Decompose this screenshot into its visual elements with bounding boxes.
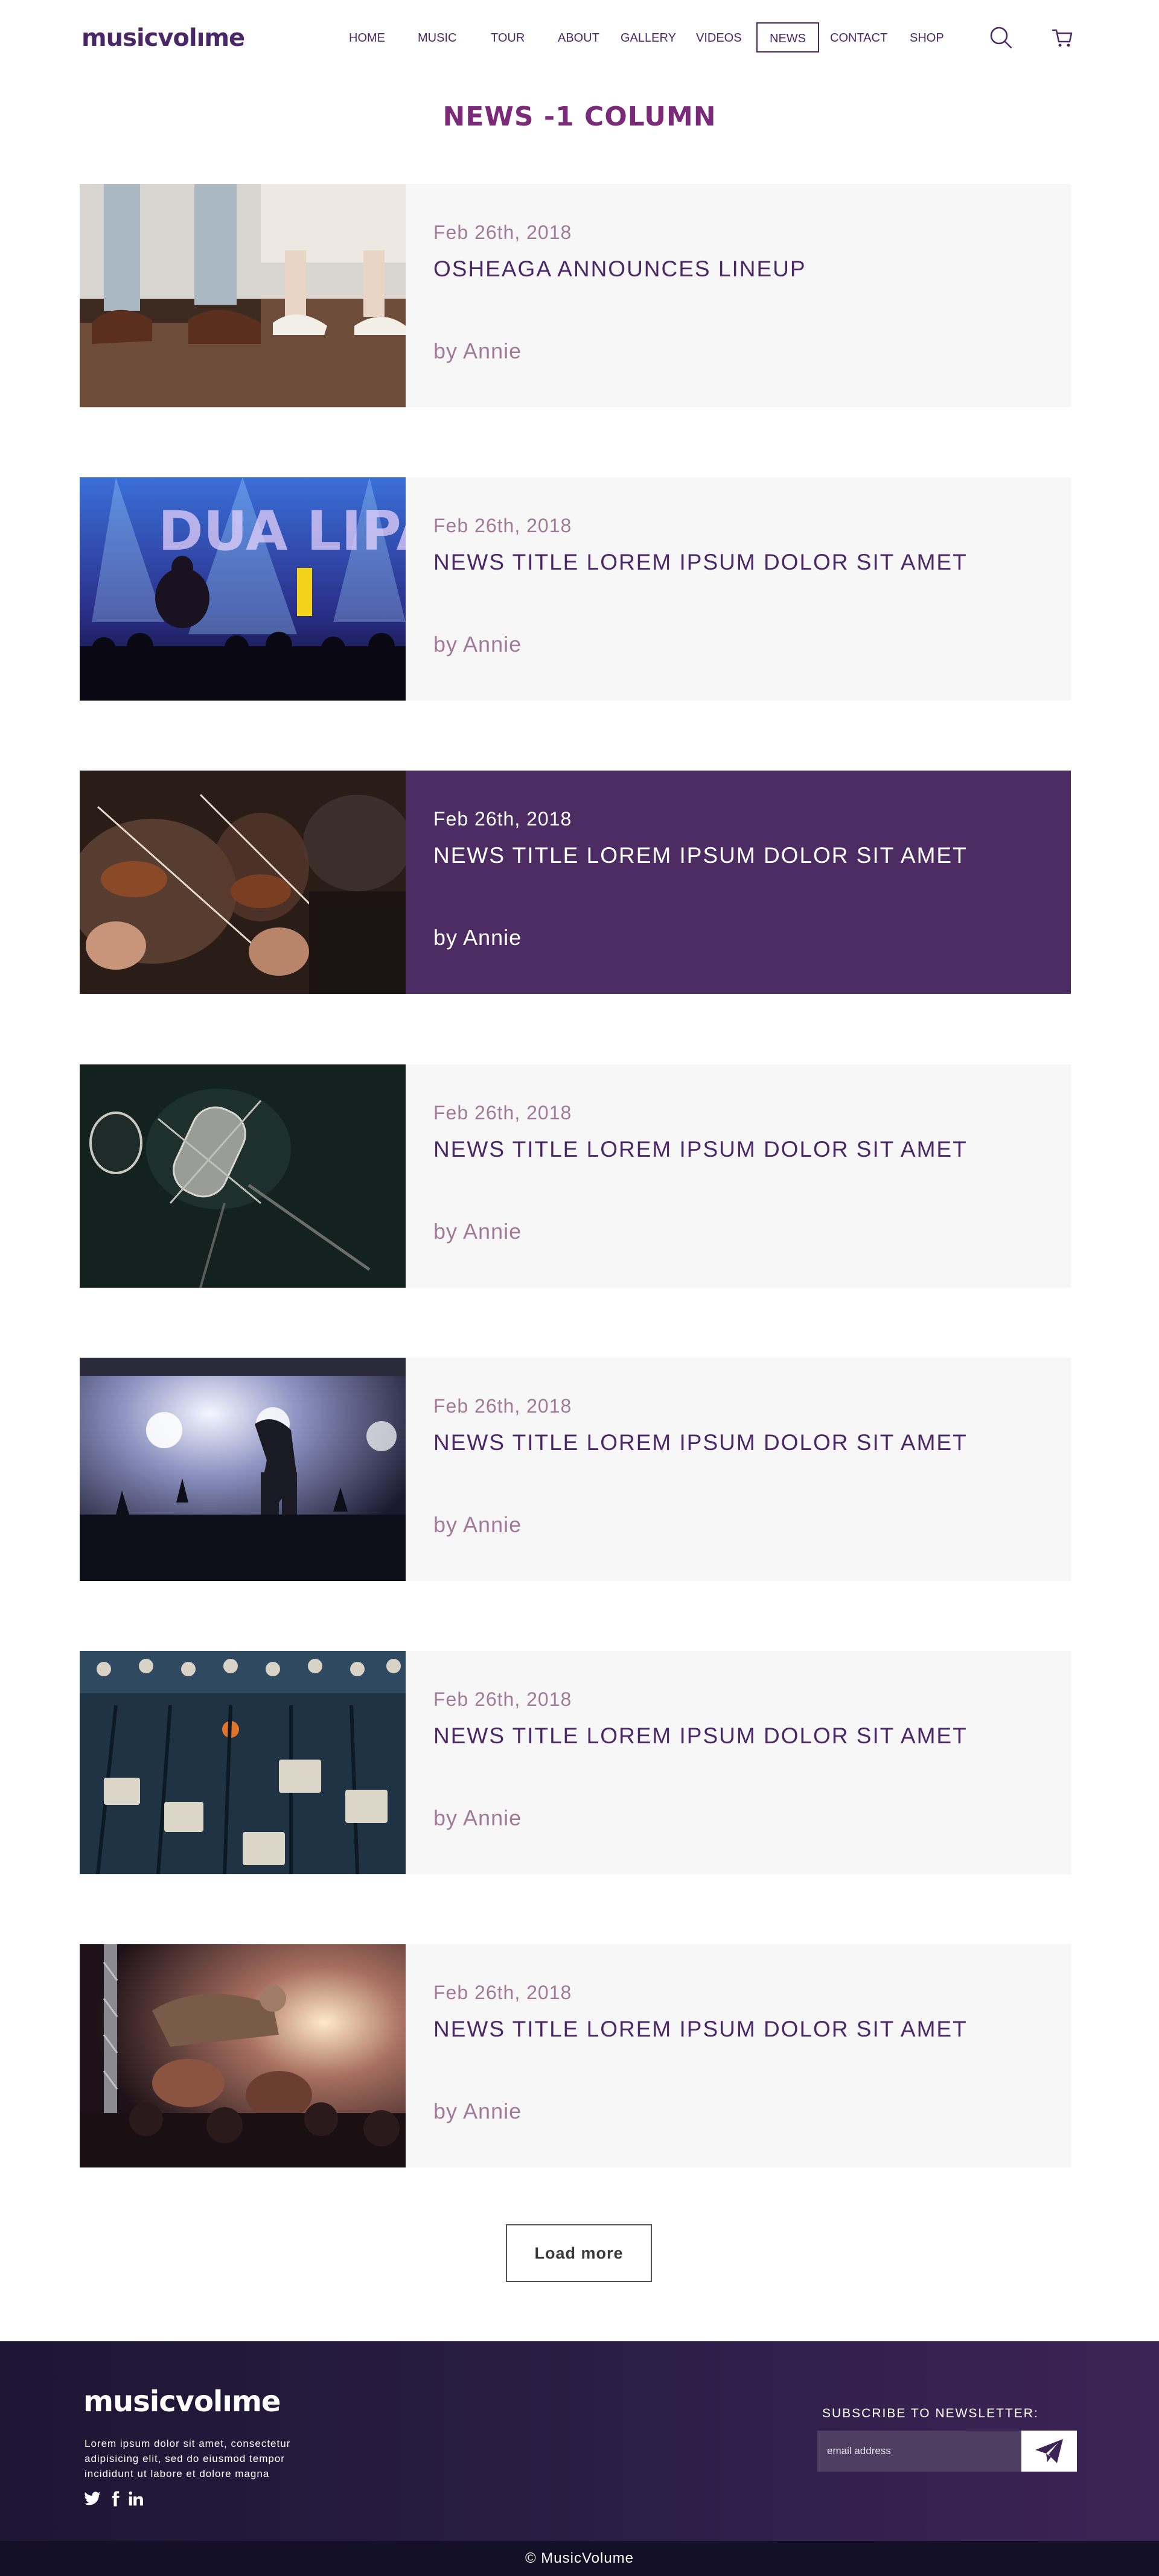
newsletter-send-button[interactable]	[1021, 2431, 1077, 2472]
article-title[interactable]: NEWS TITLE LOREM IPSUM DOLOR SIT AMET	[433, 550, 1037, 575]
nav-gallery[interactable]: GALLERY	[621, 31, 676, 45]
article-date: Feb 26th, 2018	[433, 221, 572, 243]
article-date: Feb 26th, 2018	[433, 515, 572, 536]
news-card[interactable]: Feb 26th, 2018 NEWS TITLE LOREM IPSUM DO…	[80, 1944, 1071, 2167]
footer-logo[interactable]: musicvolıme	[83, 2385, 281, 2419]
newsletter-label: SUBSCRIBE TO NEWSLETTER:	[822, 2406, 1039, 2420]
nav-contact[interactable]: CONTACT	[830, 31, 887, 45]
article-title[interactable]: NEWS TITLE LOREM IPSUM DOLOR SIT AMET	[433, 1430, 1037, 1455]
article-title[interactable]: NEWS TITLE LOREM IPSUM DOLOR SIT AMET	[433, 1137, 1037, 1162]
news-card[interactable]: Feb 26th, 2018 NEWS TITLE LOREM IPSUM DO…	[80, 1651, 1071, 1874]
article-author: by Annie	[433, 2099, 522, 2123]
news-card[interactable]: Feb 26th, 2018 NEWS TITLE LOREM IPSUM DO…	[80, 1064, 1071, 1288]
nav-news[interactable]: NEWS	[756, 22, 819, 52]
cart-icon[interactable]	[1050, 25, 1074, 49]
article-date: Feb 26th, 2018	[433, 1688, 572, 1710]
stage-performer-photo	[80, 1358, 406, 1581]
article-author: by Annie	[433, 632, 522, 657]
article-author: by Annie	[433, 925, 522, 950]
mixing-console-photo	[80, 1651, 406, 1874]
nav-home[interactable]: HOME	[349, 31, 385, 45]
site-logo[interactable]: musicvolıme	[81, 24, 245, 52]
crowd-surfing-photo	[80, 1944, 406, 2167]
search-icon[interactable]	[989, 25, 1013, 49]
footer-description: Lorem ipsum dolor sit amet, consectetur …	[85, 2438, 291, 2479]
news-card[interactable]: Feb 26th, 2018 OSHEAGA ANNOUNCES LINEUP …	[80, 184, 1071, 407]
site-header: musicvolıme HOME MUSIC TOUR ABOUT GALLER…	[0, 0, 1159, 78]
nav-videos[interactable]: VIDEOS	[696, 31, 742, 45]
newsletter-email-input[interactable]	[817, 2431, 1021, 2472]
page-title: NEWS -1 COLUMN	[442, 101, 717, 132]
nav-about[interactable]: ABOUT	[558, 31, 599, 45]
article-title[interactable]: NEWS TITLE LOREM IPSUM DOLOR SIT AMET	[433, 1723, 1037, 1749]
dancing-shoes-photo	[80, 184, 406, 407]
article-title[interactable]: OSHEAGA ANNOUNCES LINEUP	[433, 256, 1037, 282]
article-author: by Annie	[433, 1512, 522, 1537]
nav-shop[interactable]: SHOP	[910, 31, 944, 45]
studio-microphone-photo	[80, 1064, 406, 1288]
paper-plane-icon	[1035, 2439, 1063, 2463]
site-footer: musicvolıme Lorem ipsum dolor sit amet, …	[0, 2341, 1159, 2541]
svg-text:DUA LIPA: DUA LIPA	[158, 500, 406, 563]
article-date: Feb 26th, 2018	[433, 808, 572, 830]
load-more-button[interactable]: Load more	[506, 2224, 652, 2282]
article-date: Feb 26th, 2018	[433, 1982, 572, 2003]
article-author: by Annie	[433, 1219, 522, 1244]
copyright-text: © MusicVolume	[525, 2550, 634, 2566]
violinists-photo	[80, 771, 406, 994]
nav-music[interactable]: MUSIC	[418, 31, 456, 45]
concert-crowd-photo: DUA LIPA	[80, 477, 406, 701]
article-date: Feb 26th, 2018	[433, 1102, 572, 1124]
article-title[interactable]: NEWS TITLE LOREM IPSUM DOLOR SIT AMET	[433, 2017, 1037, 2042]
article-author: by Annie	[433, 1805, 522, 1830]
news-card[interactable]: Feb 26th, 2018 NEWS TITLE LOREM IPSUM DO…	[80, 771, 1071, 994]
copyright-bar: © MusicVolume	[0, 2541, 1159, 2576]
article-author: by Annie	[433, 339, 522, 363]
nav-tour[interactable]: TOUR	[491, 31, 525, 45]
news-card[interactable]: Feb 26th, 2018 NEWS TITLE LOREM IPSUM DO…	[80, 1358, 1071, 1581]
article-date: Feb 26th, 2018	[433, 1395, 572, 1417]
twitter-icon[interactable]	[83, 2490, 101, 2508]
news-card[interactable]: DUA LIPA Feb 26th, 2018 NEWS TITLE LOREM…	[80, 477, 1071, 701]
linkedin-icon[interactable]	[127, 2490, 145, 2508]
article-title[interactable]: NEWS TITLE LOREM IPSUM DOLOR SIT AMET	[433, 843, 1037, 868]
facebook-icon[interactable]	[106, 2490, 124, 2508]
